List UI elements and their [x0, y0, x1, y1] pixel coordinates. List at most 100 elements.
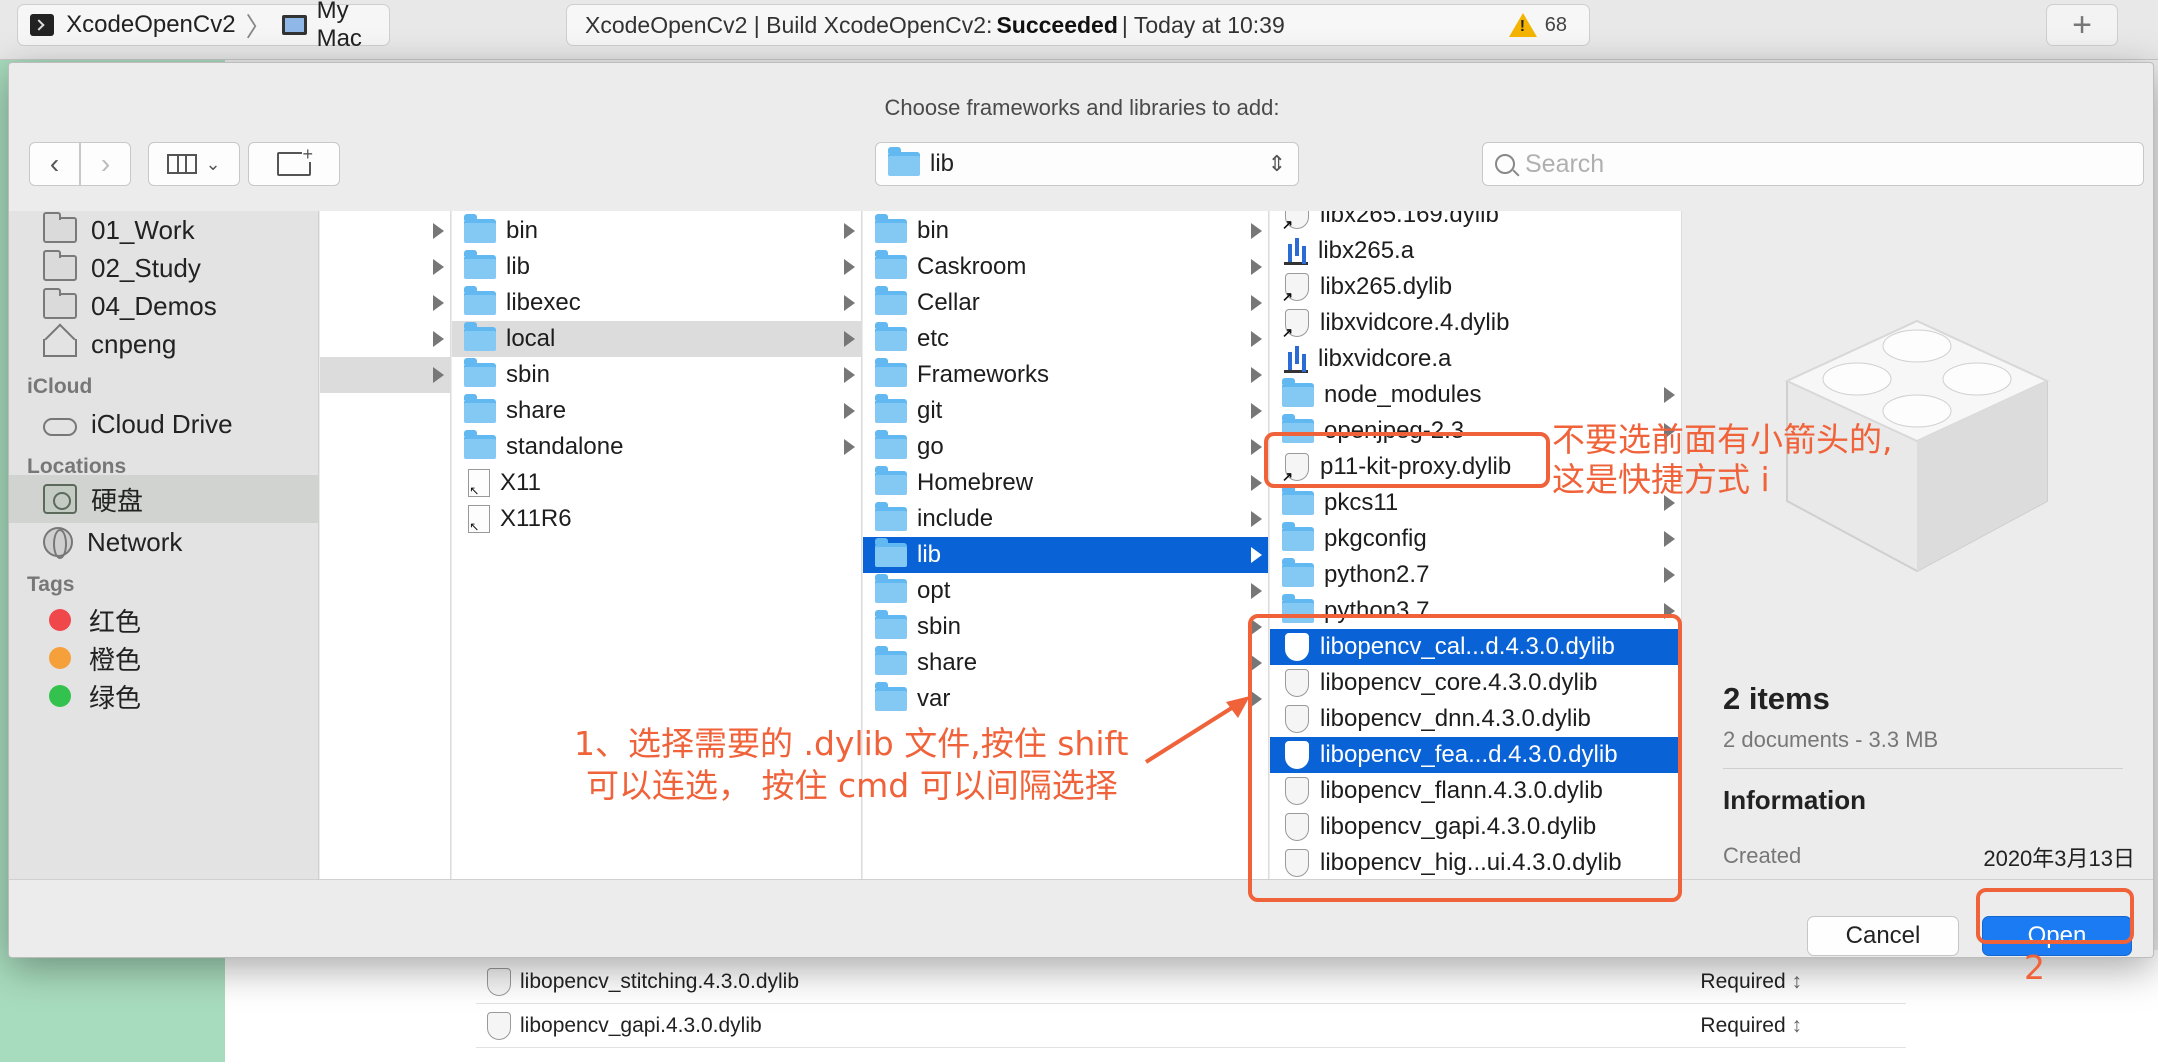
list-item[interactable]: Cellar	[863, 285, 1268, 321]
list-item[interactable]	[320, 249, 450, 285]
list-item[interactable]: lib	[452, 249, 861, 285]
dialog-button-bar: Cancel Open	[9, 879, 2153, 957]
disclosure-arrow-icon	[844, 331, 855, 347]
list-item[interactable]: standalone	[452, 429, 861, 465]
search-input[interactable]	[1525, 149, 2085, 179]
chevron-down-icon: ⌄	[205, 153, 221, 174]
item-name: libxvidcore.a	[1318, 345, 1452, 372]
list-item-selected[interactable]: lib	[863, 537, 1268, 573]
list-item[interactable]	[320, 213, 450, 249]
search-field[interactable]	[1482, 142, 2144, 186]
list-item[interactable]: Homebrew	[863, 465, 1268, 501]
item-name: share	[917, 649, 978, 676]
list-item[interactable]: X11R6	[452, 501, 861, 537]
folder-icon	[875, 682, 907, 711]
dialog-title: Choose frameworks and libraries to add:	[884, 95, 1280, 120]
item-name: sbin	[917, 613, 962, 640]
disclosure-arrow-icon	[1664, 387, 1675, 403]
list-item[interactable]: libx265.a	[1270, 233, 1681, 269]
list-item[interactable]: bin	[863, 213, 1268, 249]
list-item[interactable]: git	[863, 393, 1268, 429]
warnings-indicator[interactable]: ! 68	[1508, 13, 1567, 37]
scheme-selector[interactable]: XcodeOpenCv2 〉 My Mac	[17, 0, 390, 52]
annotation-step-number: 2	[2024, 948, 2045, 987]
framework-name: libopencv_gapi.4.3.0.dylib	[520, 1013, 762, 1037]
item-name: libx265.dylib	[1320, 273, 1453, 300]
warning-icon: !	[1508, 13, 1537, 37]
framework-row[interactable]: libopencv_stitching.4.3.0.dylib Required	[476, 960, 1906, 1004]
list-item[interactable]: Frameworks	[863, 357, 1268, 393]
list-item[interactable]: bin	[452, 213, 861, 249]
list-item[interactable]: libx265.dylib	[1270, 269, 1681, 305]
item-name: lib	[506, 253, 531, 280]
folder-icon	[43, 250, 77, 281]
embed-status[interactable]: Required	[1700, 970, 1802, 994]
sidebar-item-cnpeng[interactable]: cnpeng	[9, 321, 318, 367]
list-item[interactable]: include	[863, 501, 1268, 537]
view-mode-button[interactable]: ⌄	[148, 142, 240, 186]
folder-icon	[875, 250, 907, 279]
activity-suffix: | Today at 10:39	[1121, 11, 1285, 38]
sidebar-item-label: 红色	[89, 606, 142, 637]
back-button[interactable]: ‹	[29, 142, 80, 186]
dylib-icon	[486, 1011, 512, 1040]
activity-view: XcodeOpenCv2 | Build XcodeOpenCv2: Succe…	[566, 4, 1590, 46]
folder-icon	[875, 502, 907, 531]
forward-button[interactable]: ›	[80, 142, 131, 186]
list-item[interactable]: etc	[863, 321, 1268, 357]
list-item[interactable]: libexec	[452, 285, 861, 321]
item-name: pkgconfig	[1324, 525, 1427, 552]
sidebar-item-harddisk[interactable]: 硬盘	[9, 475, 318, 523]
item-name: libxvidcore.4.dylib	[1320, 309, 1510, 336]
list-item[interactable]	[320, 285, 450, 321]
destination-name: My Mac	[316, 0, 362, 52]
created-value: 2020年3月13日	[1983, 846, 2135, 871]
sidebar-tag-green[interactable]: 绿色	[9, 673, 318, 719]
disclosure-arrow-icon	[433, 223, 444, 239]
annotation-text: 这是快捷方式 i	[1552, 460, 1770, 499]
list-item[interactable]: go	[863, 429, 1268, 465]
list-item[interactable]: python2.7	[1270, 557, 1681, 593]
embed-status[interactable]: Required	[1700, 1014, 1802, 1038]
folder-icon	[1282, 486, 1314, 515]
list-item[interactable]: libxvidcore.a	[1270, 341, 1681, 377]
list-item[interactable]: X11	[452, 465, 861, 501]
list-item[interactable]: libx265.169.dylib	[1270, 211, 1681, 233]
list-item[interactable]: pkgconfig	[1270, 521, 1681, 557]
inspector-bg	[1958, 950, 2158, 1062]
item-name: bin	[917, 217, 950, 244]
activity-prefix: XcodeOpenCv2 | Build XcodeOpenCv2:	[585, 11, 993, 38]
new-folder-button[interactable]	[248, 142, 340, 186]
sidebar-item-network[interactable]: Network	[9, 519, 318, 565]
chevron-right-icon: 〉	[245, 11, 272, 42]
list-item[interactable]: libxvidcore.4.dylib	[1270, 305, 1681, 341]
created-label: Created	[1723, 843, 1802, 868]
list-item[interactable]: node_modules	[1270, 377, 1681, 413]
sidebar-item-label: 02_Study	[91, 252, 201, 283]
red-tag-icon	[49, 609, 71, 631]
item-name: etc	[917, 325, 950, 352]
list-item[interactable]: Caskroom	[863, 249, 1268, 285]
list-item[interactable]: sbin	[863, 609, 1268, 645]
list-item[interactable]	[320, 321, 450, 357]
disclosure-arrow-icon	[1251, 367, 1262, 383]
list-item[interactable]: sbin	[452, 357, 861, 393]
sidebar-item-label: cnpeng	[91, 328, 177, 359]
open-dialog: Choose frameworks and libraries to add: …	[8, 62, 2154, 958]
list-item-selected[interactable]	[320, 357, 450, 393]
list-item[interactable]: share	[863, 645, 1268, 681]
disclosure-arrow-icon	[844, 367, 855, 383]
path-popup[interactable]: lib ⇕	[875, 142, 1299, 186]
sidebar-item-icloud-drive[interactable]: iCloud Drive	[9, 401, 318, 447]
item-name: X11R6	[500, 505, 572, 532]
cancel-button[interactable]: Cancel	[1807, 916, 1959, 956]
disclosure-arrow-icon	[1664, 567, 1675, 583]
list-item-selected[interactable]: local	[452, 321, 861, 357]
framework-row[interactable]: libopencv_gapi.4.3.0.dylib Required	[476, 1004, 1906, 1048]
add-button[interactable]: +	[2046, 4, 2118, 46]
list-item[interactable]: opt	[863, 573, 1268, 609]
network-globe-icon	[43, 527, 73, 559]
list-item[interactable]: share	[452, 393, 861, 429]
disclosure-arrow-icon	[1251, 331, 1262, 347]
item-name: lib	[917, 541, 942, 568]
